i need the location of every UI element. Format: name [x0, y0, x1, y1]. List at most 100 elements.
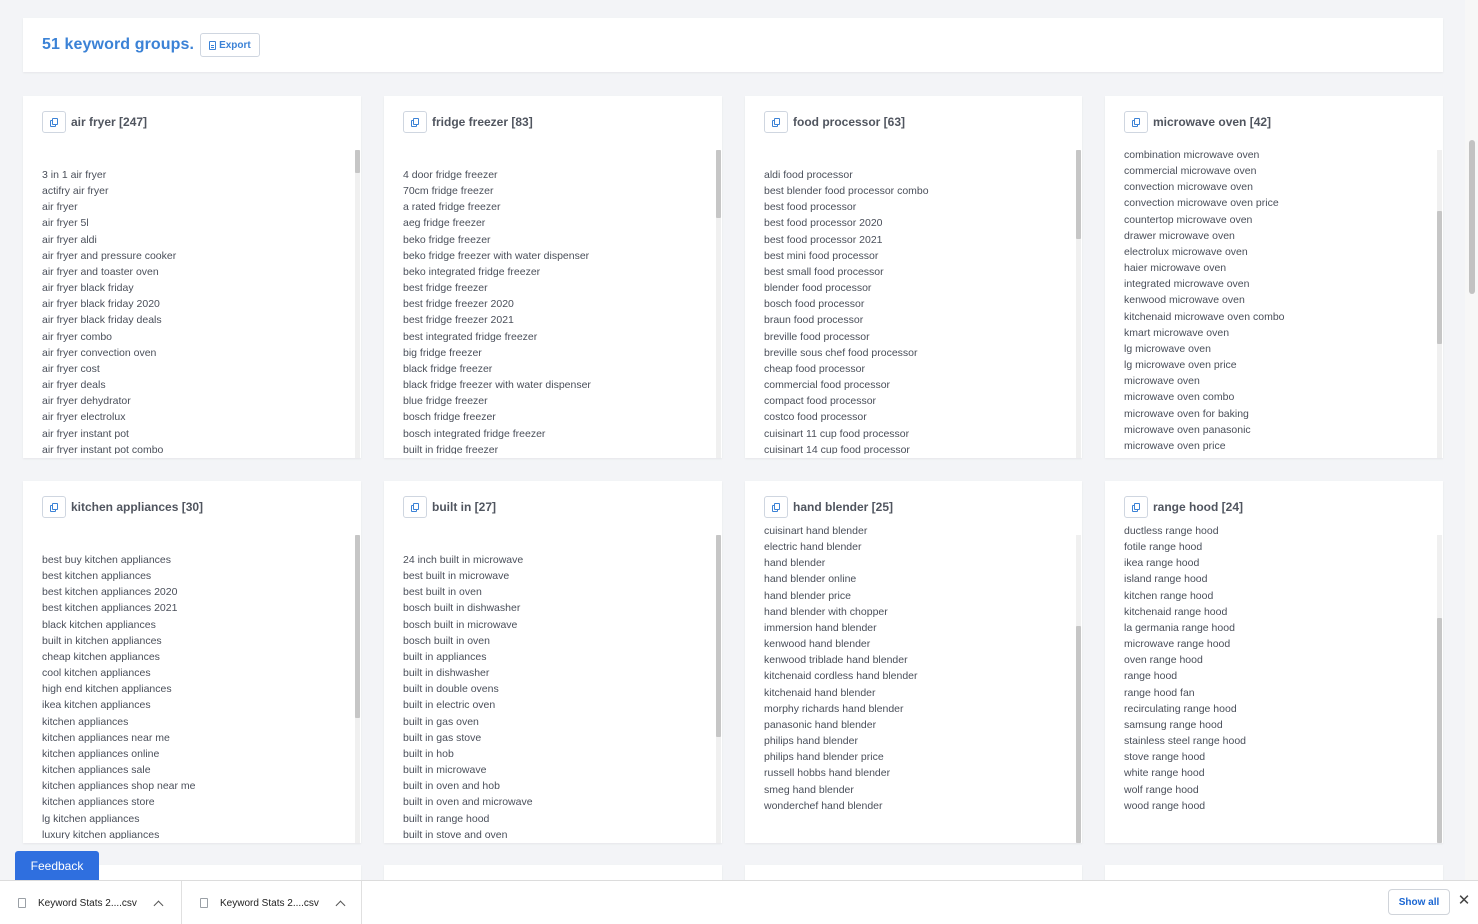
keyword-list-scrollbar[interactable]: [1076, 535, 1081, 843]
keyword-item: microwave range hood: [1124, 638, 1231, 651]
keyword-item: immersion hand blender: [764, 621, 877, 634]
keyword-list-scrollbar[interactable]: [1437, 150, 1442, 458]
keyword-item: drawer microwave oven: [1124, 229, 1235, 242]
download-item[interactable]: Keyword Stats 2....csv: [0, 881, 182, 924]
keyword-item: fotile range hood: [1124, 541, 1203, 554]
copy-icon: [1134, 503, 1140, 510]
keyword-item: luxury kitchen appliances: [42, 828, 160, 839]
keyword-item: lg microwave oven price: [1124, 359, 1237, 372]
keyword-item: built in gas oven: [403, 715, 479, 728]
keyword-group-card: built in [27] 24 inch built in microwave b…: [384, 481, 722, 843]
keyword-list-scrollbar[interactable]: [355, 535, 360, 843]
keyword-item: kenwood microwave oven: [1124, 294, 1245, 307]
keyword-list[interactable]: combination microwave oven commercial mic…: [1124, 147, 1443, 454]
keyword-group-card: range hood [24] ductless range hood fotile…: [1105, 481, 1443, 843]
copy-button[interactable]: [1124, 111, 1148, 133]
keyword-item: best built in microwave: [403, 570, 510, 583]
download-item[interactable]: Keyword Stats 2....csv: [182, 881, 362, 924]
export-button[interactable]: Export: [200, 33, 260, 57]
scrollbar-thumb[interactable]: [1437, 211, 1442, 344]
scrollbar-thumb[interactable]: [355, 535, 360, 718]
keyword-item: russell hobbs hand blender: [764, 767, 891, 780]
keyword-item: air fryer instant pot: [42, 427, 129, 440]
keyword-list-scrollbar[interactable]: [355, 150, 360, 458]
keyword-item: 24 inch built in microwave: [403, 554, 524, 566]
copy-button[interactable]: [1124, 496, 1148, 518]
keyword-item: integrated microwave oven: [1124, 278, 1250, 291]
keyword-item: best fridge freezer: [403, 282, 488, 295]
keyword-item: breville food processor: [764, 330, 870, 343]
download-filename: Keyword Stats 2....csv: [220, 897, 319, 909]
keyword-item: smeg hand blender: [764, 783, 854, 796]
feedback-button[interactable]: Feedback: [15, 851, 99, 881]
file-icon: [209, 40, 217, 50]
copy-button[interactable]: [42, 111, 66, 133]
keyword-item: stove range hood: [1124, 751, 1206, 764]
chevron-up-icon[interactable]: [335, 900, 346, 910]
keyword-item: best fridge freezer 2020: [403, 298, 514, 311]
keyword-item: ductless range hood: [1124, 525, 1219, 537]
keyword-item: air fryer aldi: [42, 233, 97, 246]
keyword-group-title: air fryer [247]: [71, 115, 148, 129]
copy-button[interactable]: [764, 111, 788, 133]
keyword-group-header: hand blender [25]: [764, 496, 893, 518]
keyword-group-header: microwave oven [42]: [1124, 111, 1271, 133]
keyword-list[interactable]: 4 door fridge freezer 70cm fridge freezer…: [403, 167, 722, 454]
scrollbar-thumb[interactable]: [1076, 150, 1081, 239]
keyword-item: wonderchef hand blender: [764, 799, 883, 812]
keyword-item: electric hand blender: [764, 541, 862, 554]
keyword-item: island range hood: [1124, 573, 1208, 586]
keyword-item: hand blender with chopper: [764, 605, 888, 618]
scrollbar-thumb[interactable]: [716, 150, 721, 218]
scrollbar-thumb[interactable]: [355, 150, 360, 173]
keyword-item: cheap food processor: [764, 362, 865, 375]
keyword-list[interactable]: 24 inch built in microwave best built in …: [403, 552, 722, 839]
keyword-list[interactable]: ductless range hood fotile range hood ikea…: [1124, 523, 1443, 839]
show-all-button[interactable]: Show all: [1388, 889, 1450, 915]
keyword-list[interactable]: 3 in 1 air fryer actifry air fryer air fry…: [42, 167, 361, 454]
download-filename: Keyword Stats 2....csv: [38, 897, 137, 909]
keyword-item: high end kitchen appliances: [42, 683, 172, 696]
keyword-item: microwave oven panasonic: [1124, 423, 1251, 436]
copy-button[interactable]: [403, 111, 427, 133]
keyword-list-scrollbar[interactable]: [716, 535, 721, 843]
scrollbar-thumb[interactable]: [1076, 626, 1081, 843]
keyword-item: cuisinart hand blender: [764, 525, 868, 537]
keyword-item: kitchen appliances: [42, 715, 129, 728]
keyword-item: range hood: [1124, 670, 1178, 683]
copy-button[interactable]: [42, 496, 66, 518]
keyword-item: kitchenaid microwave oven combo: [1124, 310, 1285, 323]
chevron-up-icon[interactable]: [153, 900, 164, 910]
main-content: 51 keyword groups. Export air fryer [247…: [0, 0, 1465, 880]
copy-icon: [52, 503, 58, 510]
keyword-item: ikea kitchen appliances: [42, 699, 151, 712]
close-icon[interactable]: ✕: [1457, 893, 1471, 909]
results-header: 51 keyword groups. Export: [23, 18, 1443, 72]
keyword-item: best kitchen appliances: [42, 570, 152, 583]
keyword-list-scrollbar[interactable]: [1437, 535, 1442, 843]
scrollbar-thumb[interactable]: [1437, 618, 1442, 843]
keyword-item: samsung range hood: [1124, 718, 1223, 731]
keyword-list[interactable]: best buy kitchen appliances best kitchen …: [42, 552, 361, 839]
keyword-item: kitchenaid hand blender: [764, 686, 876, 699]
copy-button[interactable]: [764, 496, 788, 518]
page-scrollbar-thumb[interactable]: [1469, 140, 1475, 294]
keyword-item: air fryer convection oven: [42, 346, 157, 359]
keyword-item: a rated fridge freezer: [403, 201, 501, 214]
keyword-item: built in microwave: [403, 764, 487, 777]
copy-button[interactable]: [403, 496, 427, 518]
keyword-list[interactable]: cuisinart hand blender electric hand blen…: [764, 523, 1082, 839]
keyword-item: air fryer cost: [42, 362, 100, 375]
scrollbar-thumb[interactable]: [716, 535, 721, 737]
keyword-item: air fryer deals: [42, 379, 106, 392]
page-scrollbar[interactable]: [1465, 0, 1478, 880]
keyword-item: hand blender online: [764, 573, 857, 586]
keyword-list[interactable]: aldi food processor best blender food pro…: [764, 167, 1082, 454]
keyword-list-scrollbar[interactable]: [1076, 150, 1081, 458]
keyword-item: philips hand blender: [764, 735, 858, 748]
keyword-item: combination microwave oven: [1124, 149, 1260, 161]
keyword-group-card: microwave oven [42] combination microwave…: [1105, 96, 1443, 458]
keyword-item: stainless steel range hood: [1124, 735, 1246, 748]
keyword-item: beko fridge freezer: [403, 233, 491, 246]
keyword-list-scrollbar[interactable]: [716, 150, 721, 458]
